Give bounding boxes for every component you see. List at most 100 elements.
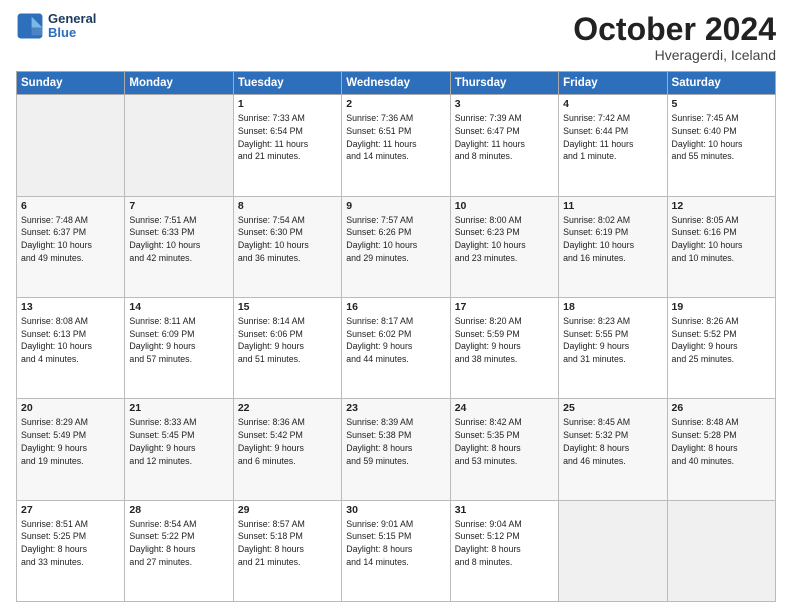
day-number: 14 [129, 301, 228, 313]
day-info: Sunrise: 8:14 AM Sunset: 6:06 PM Dayligh… [238, 315, 337, 366]
day-number: 27 [21, 504, 120, 516]
day-info: Sunrise: 7:51 AM Sunset: 6:33 PM Dayligh… [129, 214, 228, 265]
day-cell: 24Sunrise: 8:42 AM Sunset: 5:35 PM Dayli… [450, 399, 558, 500]
day-number: 21 [129, 402, 228, 414]
col-header-thursday: Thursday [450, 72, 558, 95]
week-row-3: 13 Sunrise: 8:08 AM Sunset: 6:13 PM Dayli… [17, 297, 776, 398]
day-info: Sunrise: 8:29 AM Sunset: 5:49 PM Dayligh… [21, 416, 120, 467]
day-cell: 29 Sunrise: 8:57 AM Sunset: 5:18 PM Dayli… [233, 500, 341, 601]
day-info: Sunrise: 8:36 AM Sunset: 5:42 PM Dayligh… [238, 416, 337, 467]
day-info: Sunrise: 8:33 AM Sunset: 5:45 PM Dayligh… [129, 416, 228, 467]
day-cell: 16 Sunrise: 8:17 AM Sunset: 6:02 PM Dayli… [342, 297, 450, 398]
day-number: 28 [129, 504, 228, 516]
day-info: Sunrise: 8:57 AM Sunset: 5:18 PM Dayligh… [238, 518, 337, 569]
day-number: 24 [455, 402, 554, 414]
day-info: Sunrise: 8:45 AM Sunset: 5:32 PM Dayligh… [563, 416, 662, 467]
day-cell: 13 Sunrise: 8:08 AM Sunset: 6:13 PM Dayli… [17, 297, 125, 398]
day-info: Sunrise: 8:11 AM Sunset: 6:09 PM Dayligh… [129, 315, 228, 366]
week-row-4: 20 Sunrise: 8:29 AM Sunset: 5:49 PM Dayli… [17, 399, 776, 500]
day-info: Sunrise: 7:45 AM Sunset: 6:40 PM Dayligh… [672, 112, 771, 163]
day-cell: 31Sunrise: 9:04 AM Sunset: 5:12 PM Dayli… [450, 500, 558, 601]
day-number: 8 [238, 200, 337, 212]
month-title: October 2024 [573, 12, 776, 47]
day-info: Sunrise: 8:17 AM Sunset: 6:02 PM Dayligh… [346, 315, 445, 366]
day-number: 18 [563, 301, 662, 313]
day-cell: 12 Sunrise: 8:05 AM Sunset: 6:16 PM Dayli… [667, 196, 775, 297]
day-cell: 28 Sunrise: 8:54 AM Sunset: 5:22 PM Dayli… [125, 500, 233, 601]
col-header-sunday: Sunday [17, 72, 125, 95]
day-cell: 27 Sunrise: 8:51 AM Sunset: 5:25 PM Dayli… [17, 500, 125, 601]
day-info: Sunrise: 9:01 AM Sunset: 5:15 PM Dayligh… [346, 518, 445, 569]
calendar-table: SundayMondayTuesdayWednesdayThursdayFrid… [16, 71, 776, 602]
logo-text: General Blue [48, 12, 96, 41]
day-cell: 5 Sunrise: 7:45 AM Sunset: 6:40 PM Daylig… [667, 95, 775, 196]
day-number: 5 [672, 98, 771, 110]
day-cell: 1 Sunrise: 7:33 AM Sunset: 6:54 PM Daylig… [233, 95, 341, 196]
day-info: Sunrise: 7:54 AM Sunset: 6:30 PM Dayligh… [238, 214, 337, 265]
day-cell: 3 Sunrise: 7:39 AM Sunset: 6:47 PM Daylig… [450, 95, 558, 196]
day-cell: 20 Sunrise: 8:29 AM Sunset: 5:49 PM Dayli… [17, 399, 125, 500]
day-number: 13 [21, 301, 120, 313]
day-cell: 15Sunrise: 8:14 AM Sunset: 6:06 PM Dayli… [233, 297, 341, 398]
day-number: 7 [129, 200, 228, 212]
day-cell: 2Sunrise: 7:36 AM Sunset: 6:51 PM Daylig… [342, 95, 450, 196]
day-number: 1 [238, 98, 337, 110]
day-cell: 9Sunrise: 7:57 AM Sunset: 6:26 PM Daylig… [342, 196, 450, 297]
day-number: 20 [21, 402, 120, 414]
day-number: 30 [346, 504, 445, 516]
calendar-header-row: SundayMondayTuesdayWednesdayThursdayFrid… [17, 72, 776, 95]
day-info: Sunrise: 8:26 AM Sunset: 5:52 PM Dayligh… [672, 315, 771, 366]
day-cell [559, 500, 667, 601]
day-info: Sunrise: 8:54 AM Sunset: 5:22 PM Dayligh… [129, 518, 228, 569]
col-header-friday: Friday [559, 72, 667, 95]
day-cell: 10 Sunrise: 8:00 AM Sunset: 6:23 PM Dayli… [450, 196, 558, 297]
day-cell [667, 500, 775, 601]
day-cell [17, 95, 125, 196]
day-cell: 19Sunrise: 8:26 AM Sunset: 5:52 PM Dayli… [667, 297, 775, 398]
day-cell: 7 Sunrise: 7:51 AM Sunset: 6:33 PM Daylig… [125, 196, 233, 297]
day-info: Sunrise: 7:36 AM Sunset: 6:51 PM Dayligh… [346, 112, 445, 163]
day-cell: 22Sunrise: 8:36 AM Sunset: 5:42 PM Dayli… [233, 399, 341, 500]
day-number: 12 [672, 200, 771, 212]
day-info: Sunrise: 7:33 AM Sunset: 6:54 PM Dayligh… [238, 112, 337, 163]
logo-icon [16, 12, 44, 40]
col-header-saturday: Saturday [667, 72, 775, 95]
week-row-2: 6 Sunrise: 7:48 AM Sunset: 6:37 PM Daylig… [17, 196, 776, 297]
day-info: Sunrise: 8:20 AM Sunset: 5:59 PM Dayligh… [455, 315, 554, 366]
day-info: Sunrise: 7:39 AM Sunset: 6:47 PM Dayligh… [455, 112, 554, 163]
day-cell: 26Sunrise: 8:48 AM Sunset: 5:28 PM Dayli… [667, 399, 775, 500]
day-info: Sunrise: 8:02 AM Sunset: 6:19 PM Dayligh… [563, 214, 662, 265]
week-row-1: 1 Sunrise: 7:33 AM Sunset: 6:54 PM Daylig… [17, 95, 776, 196]
day-number: 25 [563, 402, 662, 414]
day-number: 29 [238, 504, 337, 516]
day-info: Sunrise: 8:51 AM Sunset: 5:25 PM Dayligh… [21, 518, 120, 569]
day-cell: 11Sunrise: 8:02 AM Sunset: 6:19 PM Dayli… [559, 196, 667, 297]
day-cell: 18 Sunrise: 8:23 AM Sunset: 5:55 PM Dayli… [559, 297, 667, 398]
day-number: 9 [346, 200, 445, 212]
day-cell: 4 Sunrise: 7:42 AM Sunset: 6:44 PM Daylig… [559, 95, 667, 196]
day-info: Sunrise: 8:08 AM Sunset: 6:13 PM Dayligh… [21, 315, 120, 366]
subtitle: Hveragerdi, Iceland [573, 47, 776, 63]
day-info: Sunrise: 8:00 AM Sunset: 6:23 PM Dayligh… [455, 214, 554, 265]
day-info: Sunrise: 8:23 AM Sunset: 5:55 PM Dayligh… [563, 315, 662, 366]
day-number: 3 [455, 98, 554, 110]
day-info: Sunrise: 7:42 AM Sunset: 6:44 PM Dayligh… [563, 112, 662, 163]
day-cell: 14 Sunrise: 8:11 AM Sunset: 6:09 PM Dayli… [125, 297, 233, 398]
logo: General Blue [16, 12, 96, 41]
header: General Blue October 2024 Hveragerdi, Ic… [16, 12, 776, 63]
day-number: 10 [455, 200, 554, 212]
day-number: 31 [455, 504, 554, 516]
day-number: 16 [346, 301, 445, 313]
day-cell: 17 Sunrise: 8:20 AM Sunset: 5:59 PM Dayli… [450, 297, 558, 398]
day-info: Sunrise: 7:48 AM Sunset: 6:37 PM Dayligh… [21, 214, 120, 265]
day-cell: 8 Sunrise: 7:54 AM Sunset: 6:30 PM Daylig… [233, 196, 341, 297]
day-cell: 30 Sunrise: 9:01 AM Sunset: 5:15 PM Dayli… [342, 500, 450, 601]
day-info: Sunrise: 8:05 AM Sunset: 6:16 PM Dayligh… [672, 214, 771, 265]
day-number: 4 [563, 98, 662, 110]
day-cell: 25 Sunrise: 8:45 AM Sunset: 5:32 PM Dayli… [559, 399, 667, 500]
day-cell [125, 95, 233, 196]
day-number: 6 [21, 200, 120, 212]
day-info: Sunrise: 8:39 AM Sunset: 5:38 PM Dayligh… [346, 416, 445, 467]
day-number: 17 [455, 301, 554, 313]
title-block: October 2024 Hveragerdi, Iceland [573, 12, 776, 63]
